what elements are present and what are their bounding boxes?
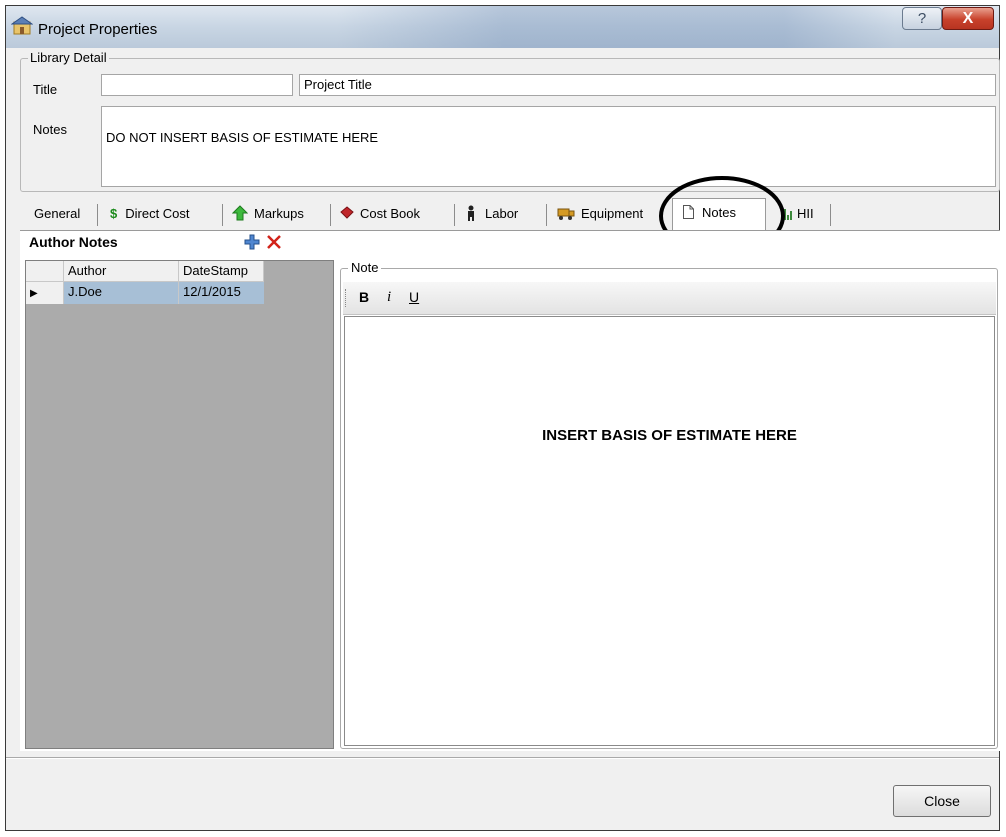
format-toolbar: B i U: [343, 282, 996, 315]
tab-direct-cost[interactable]: $ Direct Cost: [110, 200, 190, 228]
tab-strip: General $ Direct Cost Markups Cost Book L…: [20, 198, 998, 230]
tab-labor[interactable]: Labor: [465, 200, 518, 228]
notes-input[interactable]: DO NOT INSERT BASIS OF ESTIMATE HERE: [101, 106, 996, 187]
table-cell-author[interactable]: J.Doe: [64, 282, 179, 304]
table-cell-datestamp[interactable]: 12/1/2015: [179, 282, 264, 304]
italic-button[interactable]: i: [387, 289, 391, 306]
dollar-icon: $: [110, 206, 118, 221]
notes-label: Notes: [33, 122, 67, 137]
window-close-button[interactable]: X: [942, 7, 994, 30]
up-arrow-icon: [231, 203, 249, 231]
close-button[interactable]: Close: [893, 785, 991, 817]
author-notes-heading: Author Notes: [29, 234, 118, 250]
note-editor[interactable]: INSERT BASIS OF ESTIMATE HERE: [344, 316, 995, 746]
tab-label: Markups: [254, 206, 304, 221]
column-header-datestamp[interactable]: DateStamp: [179, 261, 264, 282]
toolbar-grip: [345, 289, 348, 307]
tab-separator: [546, 204, 547, 226]
tab-separator: [97, 204, 98, 226]
tab-separator: [222, 204, 223, 226]
tab-label: Direct Cost: [125, 206, 190, 221]
note-legend: Note: [348, 260, 382, 275]
tab-separator: [330, 204, 331, 226]
window-title: Project Properties: [38, 21, 158, 38]
tab-markups[interactable]: Markups: [231, 200, 304, 231]
add-note-icon[interactable]: [244, 234, 260, 253]
title-label: Title: [33, 82, 58, 97]
tab-separator: [830, 204, 831, 226]
title-hint-field[interactable]: Project Title: [299, 74, 996, 96]
column-header-author[interactable]: Author: [64, 261, 179, 282]
library-detail-legend: Library Detail: [28, 50, 109, 65]
tab-equipment[interactable]: Equipment: [557, 200, 643, 228]
tab-label: General: [34, 206, 81, 221]
tab-label: Equipment: [581, 206, 644, 221]
underline-button[interactable]: U: [409, 289, 419, 305]
note-editor-content: INSERT BASIS OF ESTIMATE HERE: [542, 427, 797, 444]
project-properties-icon: [10, 16, 34, 35]
title-bar-glass: [336, 6, 896, 48]
tab-label: Labor: [485, 206, 519, 221]
tab-cost-book[interactable]: Cost Book: [340, 200, 420, 228]
title-input[interactable]: [101, 74, 293, 96]
truck-icon: [557, 203, 575, 231]
footer-divider-highlight: [6, 758, 999, 759]
author-grid[interactable]: [25, 260, 334, 749]
tab-general[interactable]: General: [34, 200, 80, 228]
row-selector[interactable]: ▶: [26, 282, 64, 304]
delete-note-icon[interactable]: [266, 234, 282, 253]
grid-corner-header: [26, 261, 64, 282]
notes-input-text: DO NOT INSERT BASIS OF ESTIMATE HERE: [106, 130, 379, 145]
tab-separator: [454, 204, 455, 226]
tab-label: HII: [797, 206, 814, 221]
help-button[interactable]: ?: [902, 7, 942, 30]
bold-button[interactable]: B: [359, 289, 369, 305]
book-icon: [340, 202, 354, 230]
row-pointer-icon: ▶: [30, 288, 38, 299]
worker-icon: [465, 203, 477, 231]
tab-label: Cost Book: [360, 206, 420, 221]
